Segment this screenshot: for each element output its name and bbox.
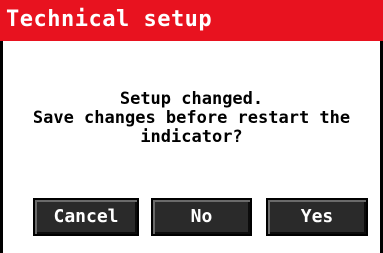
page-title: Technical setup <box>6 7 213 32</box>
message-line-1: Setup changed. <box>119 89 264 109</box>
yes-button[interactable]: Yes <box>266 198 368 236</box>
left-border <box>0 41 3 253</box>
cancel-button[interactable]: Cancel <box>33 198 139 236</box>
message-line-2: Save changes before restart the <box>32 108 351 128</box>
confirmation-message: Setup changed. Save changes before resta… <box>3 90 380 147</box>
message-line-3: indicator? <box>140 127 243 147</box>
dialog-screen: Technical setup Setup changed. Save chan… <box>0 0 383 253</box>
no-button[interactable]: No <box>151 198 252 236</box>
title-bar: Technical setup <box>0 0 383 41</box>
